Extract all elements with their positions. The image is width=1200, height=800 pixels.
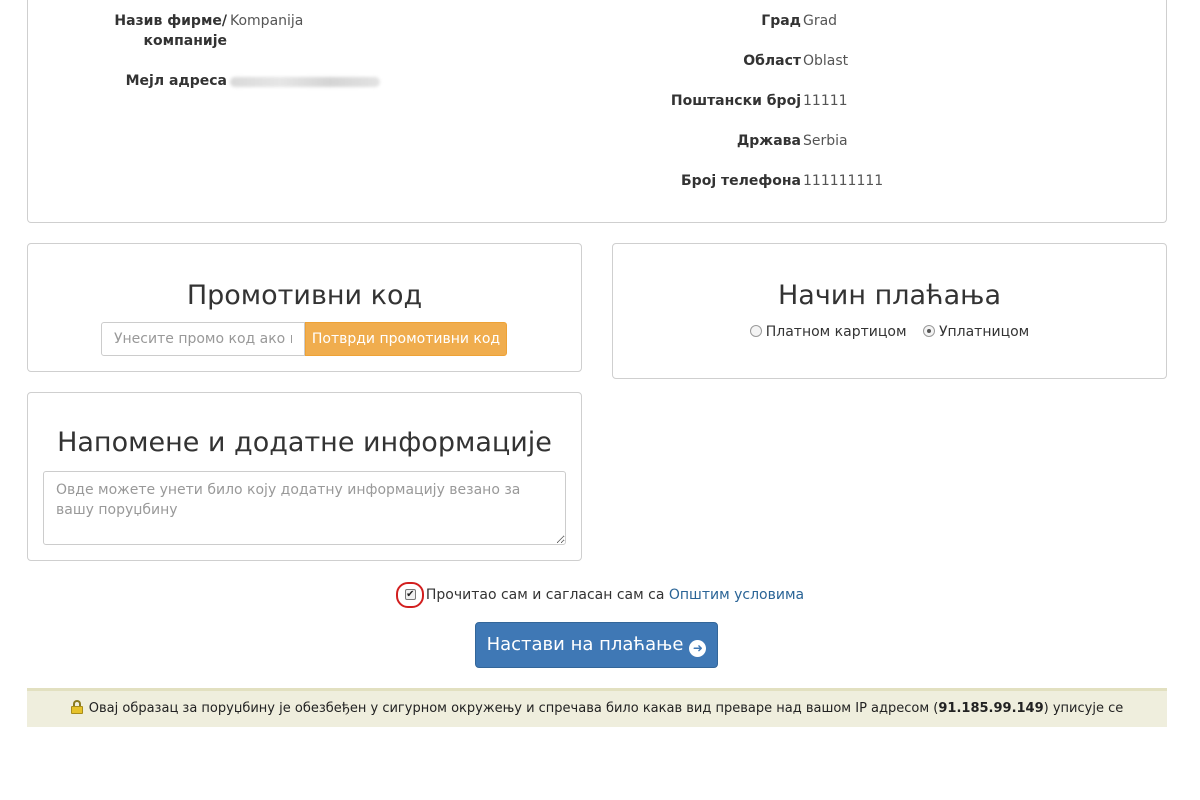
- country-label: Држава: [736, 133, 801, 149]
- payment-option-card[interactable]: Платном картицом: [749, 324, 907, 340]
- security-text-after: ) уписује се: [1043, 701, 1124, 716]
- notes-textarea[interactable]: [43, 471, 566, 545]
- apply-promo-button[interactable]: Потврди промотивни код: [305, 322, 507, 356]
- promo-code-panel: Промотивни код Потврди промотивни код: [27, 243, 582, 372]
- country-value: Serbia: [803, 133, 848, 149]
- postal-code-value: 11111: [803, 93, 848, 109]
- promo-code-title: Промотивни код: [186, 280, 423, 311]
- phone-label: Број телефона: [681, 173, 801, 189]
- city-label: Град: [761, 13, 801, 29]
- card-radio[interactable]: [749, 325, 762, 337]
- security-text-before: Овај образац за поруџбину је обезбеђен у…: [88, 701, 939, 716]
- payment-method-panel: Начин плаћања Платном картицом Уплатницо…: [612, 243, 1167, 379]
- terms-agreement-row: ✔ Прочитао сам и сагласан сам са Општим …: [0, 582, 1200, 608]
- region-value: Oblast: [803, 53, 849, 69]
- company-name-value: Kompanija: [230, 13, 304, 29]
- city-value: Grad: [803, 13, 838, 29]
- postal-code-label: Поштански број: [670, 93, 801, 109]
- email-value-blurred: [230, 77, 380, 87]
- payment-options: Платном картицом Уплатницом: [613, 324, 1166, 340]
- region-label: Област: [743, 53, 801, 69]
- company-label-line2: компаније: [143, 33, 227, 49]
- arrow-circle-right-icon: ➜: [689, 640, 707, 657]
- payment-method-title: Начин плаћања: [778, 280, 1001, 311]
- continue-to-payment-button[interactable]: Настави на плаћање ➜: [475, 622, 718, 668]
- email-label: Мејл адреса: [125, 73, 227, 89]
- promo-code-input[interactable]: [101, 322, 305, 356]
- terms-link[interactable]: Општим условима: [669, 587, 804, 603]
- slip-radio[interactable]: [922, 325, 935, 337]
- payment-option-slip[interactable]: Уплатницом: [922, 324, 1030, 340]
- company-name-label: Назив фирме/ компаније: [88, 11, 227, 51]
- terms-text: Прочитао сам и сагласан сам са: [425, 587, 665, 603]
- ip-address: 91.185.99.149: [938, 701, 1044, 716]
- slip-option-label: Уплатницом: [938, 324, 1030, 340]
- terms-checkbox-highlight: ✔: [395, 582, 424, 608]
- company-label-line1: Назив фирме/: [114, 13, 227, 29]
- customer-info-panel: Назив фирме/ компаније Kompanija Мејл ад…: [27, 0, 1167, 223]
- card-option-label: Платном картицом: [765, 324, 907, 340]
- notes-panel: Напомене и додатне информације: [27, 392, 582, 561]
- notes-title: Напомене и додатне информације: [57, 427, 552, 458]
- phone-value: 111111111: [803, 173, 884, 189]
- lock-icon: [70, 700, 83, 714]
- security-notice: Овај образац за поруџбину је обезбеђен у…: [27, 688, 1167, 727]
- continue-button-label: Настави на плаћање: [486, 634, 684, 655]
- terms-checkbox[interactable]: ✔: [404, 589, 416, 600]
